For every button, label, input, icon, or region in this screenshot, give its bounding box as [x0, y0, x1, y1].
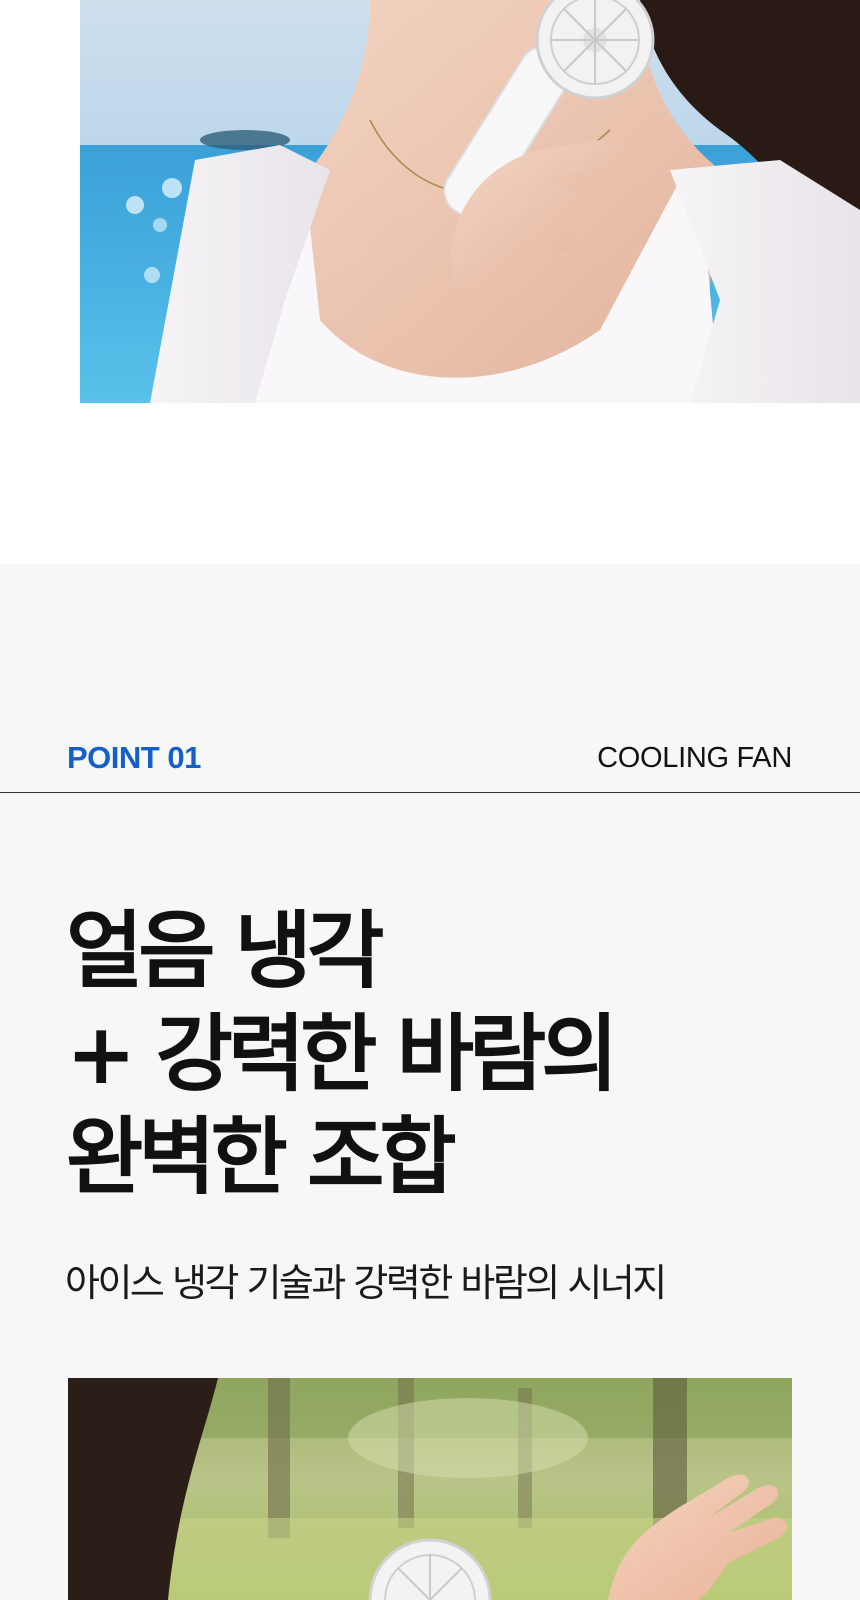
headline: 얼음 냉각 + 강력한 바람의 완벽한 조합 [66, 900, 786, 1209]
section-divider [0, 792, 860, 793]
headline-line-2: + 강력한 바람의 [66, 1005, 619, 1103]
headline-line-1: 얼음 냉각 [66, 902, 384, 1000]
category-label: COOLING FAN [597, 742, 792, 774]
hero-image [80, 0, 860, 403]
headline-line-3: 완벽한 조합 [66, 1108, 457, 1206]
subcopy: 아이스 냉각 기술과 강력한 바람의 시너지 [65, 1261, 667, 1305]
point-number-label: POINT 01 [67, 740, 201, 775]
bottom-image [68, 1378, 792, 1600]
bottom-photo [68, 1378, 792, 1600]
hero-photo [80, 0, 860, 403]
